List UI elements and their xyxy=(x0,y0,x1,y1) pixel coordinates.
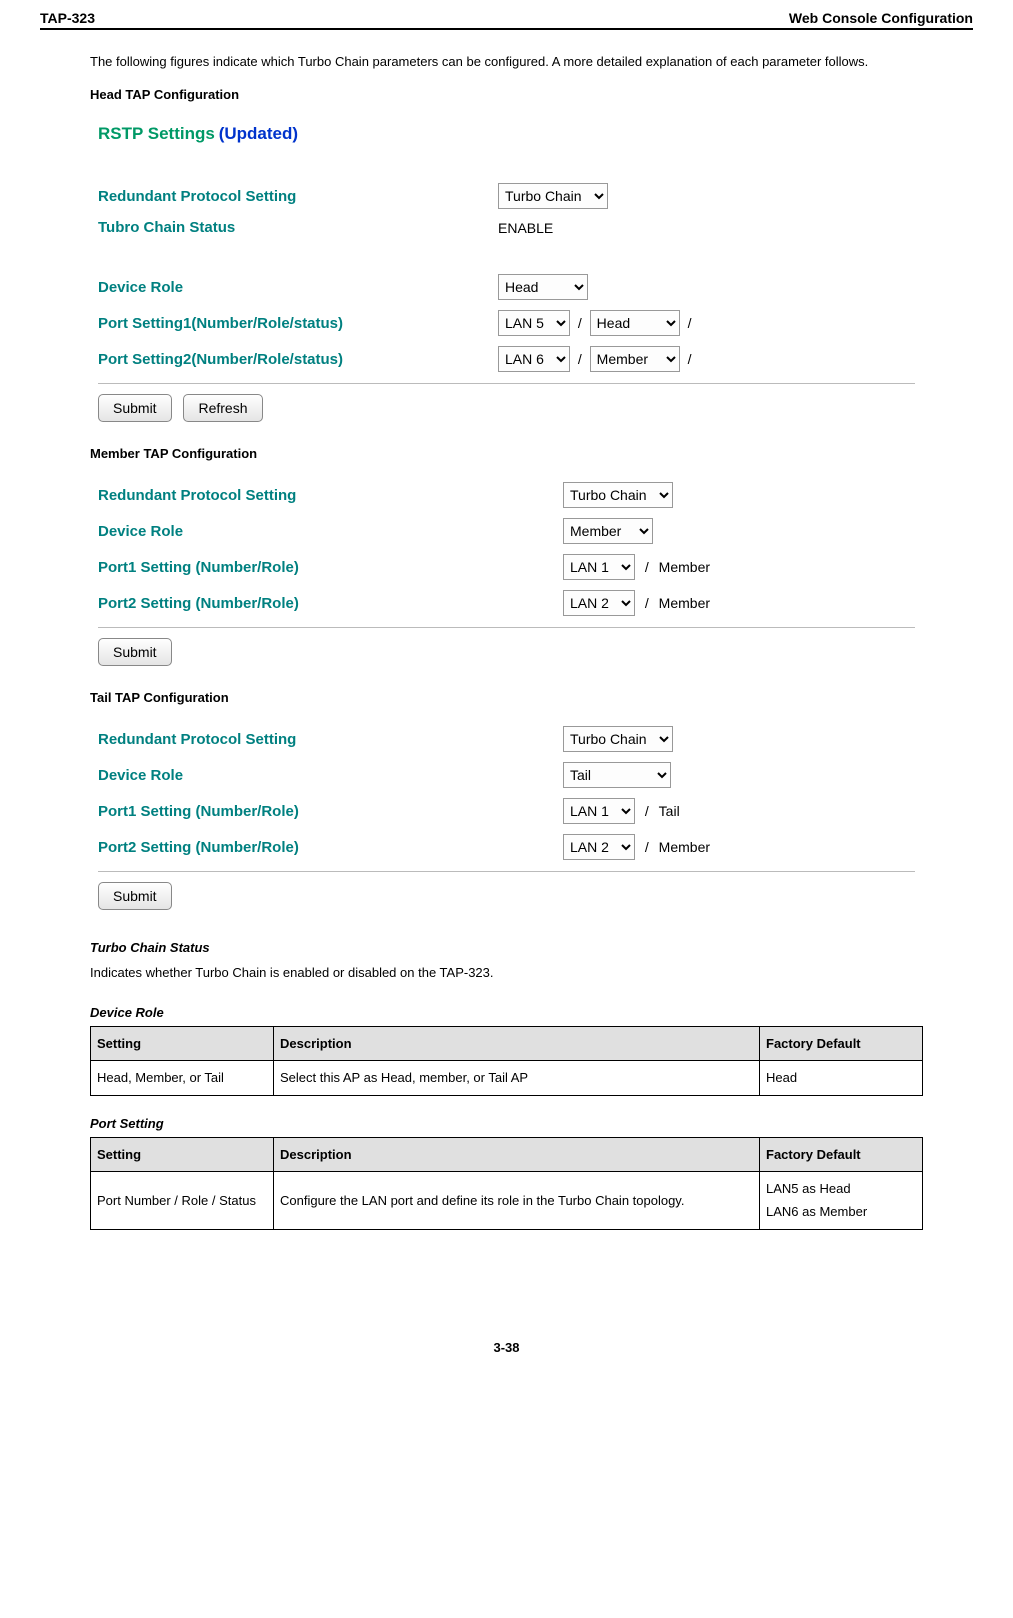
submit-button[interactable]: Submit xyxy=(98,394,172,422)
device-role-table: Setting Description Factory Default Head… xyxy=(90,1026,923,1096)
heading-member-tap: Member TAP Configuration xyxy=(90,446,923,461)
label-port2-nrs: Port Setting2(Number/Role/status) xyxy=(98,351,498,368)
slash-sep: / xyxy=(645,559,649,575)
slash-sep: / xyxy=(645,595,649,611)
table-row: Port Number / Role / Status Configure th… xyxy=(91,1171,923,1229)
label-port1-nrs: Port Setting1(Number/Role/status) xyxy=(98,315,498,332)
col-description: Description xyxy=(274,1137,760,1171)
intro-text: The following figures indicate which Tur… xyxy=(90,50,923,73)
tail-protocol-select[interactable]: Turbo Chain xyxy=(563,726,673,752)
member-port1-role: Member xyxy=(659,559,710,575)
col-setting: Setting xyxy=(91,1026,274,1060)
slash-sep: / xyxy=(645,839,649,855)
rstp-updated: (Updated) xyxy=(219,124,298,143)
col-description: Description xyxy=(274,1026,760,1060)
slash-sep: / xyxy=(688,315,692,331)
port-setting-table: Setting Description Factory Default Port… xyxy=(90,1137,923,1230)
heading-head-tap: Head TAP Configuration xyxy=(90,87,923,102)
label-redundant: Redundant Protocol Setting xyxy=(98,188,498,205)
tail-port1-num[interactable]: LAN 1 xyxy=(563,798,635,824)
tail-port1-role: Tail xyxy=(659,803,680,819)
tail-port2-role: Member xyxy=(659,839,710,855)
refresh-button[interactable]: Refresh xyxy=(183,394,262,422)
label-tubro-status: Tubro Chain Status xyxy=(98,219,498,236)
label-redundant: Redundant Protocol Setting xyxy=(98,487,563,504)
label-port2-nr: Port2 Setting (Number/Role) xyxy=(98,595,563,612)
submit-button[interactable]: Submit xyxy=(98,638,172,666)
cell-setting: Port Number / Role / Status xyxy=(91,1171,274,1229)
header-left: TAP-323 xyxy=(40,10,95,26)
head-port1-num[interactable]: LAN 5 xyxy=(498,310,570,336)
label-device-role: Device Role xyxy=(98,279,498,296)
slash-sep: / xyxy=(578,315,582,331)
head-status-value: ENABLE xyxy=(498,220,553,236)
cell-default: LAN5 as Head LAN6 as Member xyxy=(760,1171,923,1229)
tail-role-select[interactable]: Tail xyxy=(563,762,671,788)
col-default: Factory Default xyxy=(760,1137,923,1171)
slash-sep: / xyxy=(688,351,692,367)
heading-port-setting: Port Setting xyxy=(90,1116,923,1131)
heading-turbo-status: Turbo Chain Status xyxy=(90,940,923,955)
member-role-select[interactable]: Member xyxy=(563,518,653,544)
label-port2-nr: Port2 Setting (Number/Role) xyxy=(98,839,563,856)
rstp-label: RSTP Settings xyxy=(98,124,215,143)
submit-button[interactable]: Submit xyxy=(98,882,172,910)
separator xyxy=(98,383,915,384)
heading-tail-tap: Tail TAP Configuration xyxy=(90,690,923,705)
label-port1-nr: Port1 Setting (Number/Role) xyxy=(98,803,563,820)
turbo-status-desc: Indicates whether Turbo Chain is enabled… xyxy=(90,961,923,984)
slash-sep: / xyxy=(645,803,649,819)
member-port2-num[interactable]: LAN 2 xyxy=(563,590,635,616)
cell-default: Head xyxy=(760,1061,923,1095)
separator xyxy=(98,627,915,628)
col-setting: Setting xyxy=(91,1137,274,1171)
label-device-role: Device Role xyxy=(98,767,563,784)
member-config-block: Redundant Protocol Setting Turbo Chain D… xyxy=(90,471,923,676)
head-port2-num[interactable]: LAN 6 xyxy=(498,346,570,372)
tail-config-block: Redundant Protocol Setting Turbo Chain D… xyxy=(90,715,923,920)
label-redundant: Redundant Protocol Setting xyxy=(98,731,563,748)
heading-device-role: Device Role xyxy=(90,1005,923,1020)
slash-sep: / xyxy=(578,351,582,367)
tail-port2-num[interactable]: LAN 2 xyxy=(563,834,635,860)
page-number: 3-38 xyxy=(90,1340,923,1355)
head-port2-role[interactable]: Member xyxy=(590,346,680,372)
separator xyxy=(98,871,915,872)
label-port1-nr: Port1 Setting (Number/Role) xyxy=(98,559,563,576)
head-config-block: RSTP Settings (Updated) Redundant Protoc… xyxy=(90,112,923,432)
cell-desc: Select this AP as Head, member, or Tail … xyxy=(274,1061,760,1095)
cell-desc: Configure the LAN port and define its ro… xyxy=(274,1171,760,1229)
head-role-select[interactable]: Head xyxy=(498,274,588,300)
label-device-role: Device Role xyxy=(98,523,563,540)
member-port2-role: Member xyxy=(659,595,710,611)
head-port1-role[interactable]: Head xyxy=(590,310,680,336)
col-default: Factory Default xyxy=(760,1026,923,1060)
header-right: Web Console Configuration xyxy=(789,10,973,26)
table-row: Head, Member, or Tail Select this AP as … xyxy=(91,1061,923,1095)
member-protocol-select[interactable]: Turbo Chain xyxy=(563,482,673,508)
cell-setting: Head, Member, or Tail xyxy=(91,1061,274,1095)
member-port1-num[interactable]: LAN 1 xyxy=(563,554,635,580)
head-protocol-select[interactable]: Turbo Chain xyxy=(498,183,608,209)
